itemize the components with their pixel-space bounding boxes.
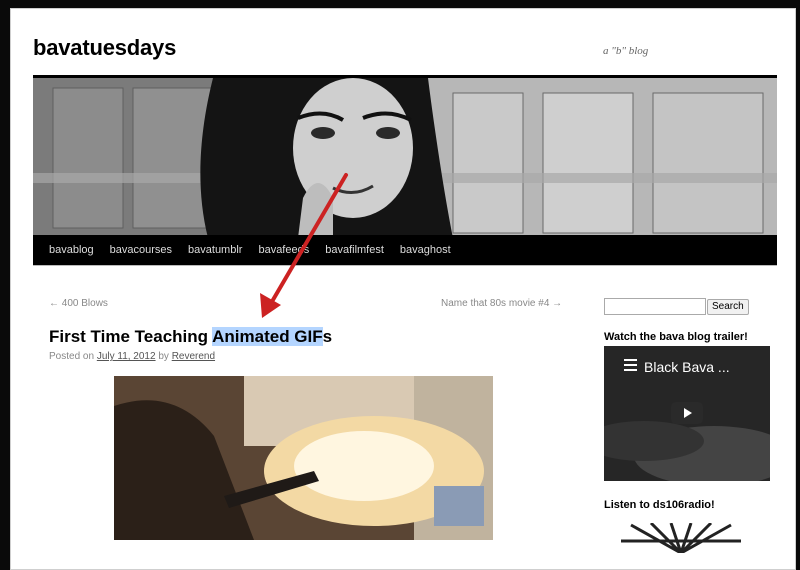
annotation-arrow: [260, 173, 348, 318]
